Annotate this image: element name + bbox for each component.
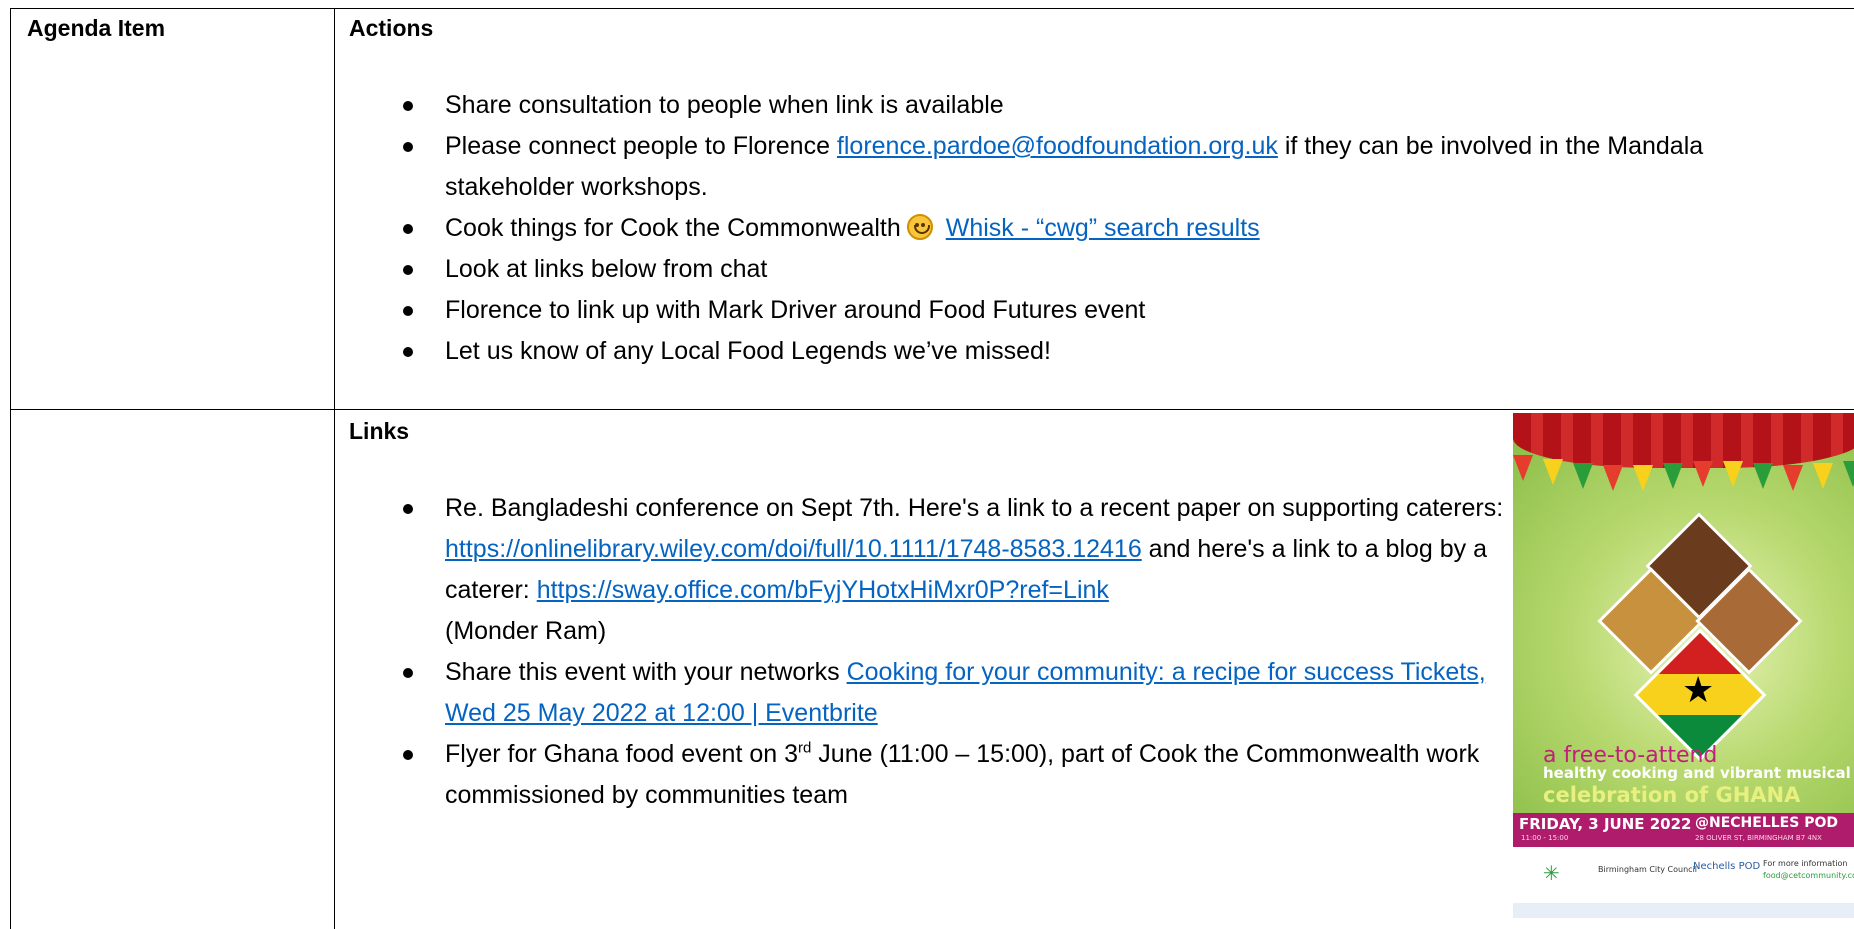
bunting-graphic — [1513, 455, 1854, 491]
list-item: Re. Bangladeshi conference on Sept 7th. … — [403, 488, 1505, 652]
florence-email-link[interactable]: florence.pardoe@foodfoundation.org.uk — [837, 132, 1278, 160]
black-star-icon: ★ — [1682, 669, 1715, 710]
list-item: Flyer for Ghana food event on 3rd June (… — [403, 734, 1505, 816]
superscript: rd — [798, 739, 812, 757]
action-text: Cook things for Cook the Commonwealth — [445, 214, 901, 242]
list-item: Let us know of any Local Food Legends we… — [403, 331, 1825, 372]
sway-blog-link[interactable]: https://sway.office.com/bFyjYHotxHiMxr0P… — [537, 576, 1109, 604]
smiley-emoji-icon — [906, 214, 933, 240]
link-text: Re. Bangladeshi conference on Sept 7th. … — [445, 494, 1504, 522]
actions-header: Actions — [349, 15, 434, 41]
ghana-event-flyer-image: ★ a free-to-attend healthy cooking and v… — [1513, 413, 1854, 918]
list-item: Please connect people to Florence floren… — [403, 126, 1825, 208]
agenda-item-header: Agenda Item — [27, 15, 166, 41]
cet-logo-icon: ✳ — [1543, 861, 1560, 885]
action-text: Look at links below from chat — [445, 255, 768, 283]
links-list: Re. Bangladeshi conference on Sept 7th. … — [403, 488, 1505, 816]
flyer-date: FRIDAY, 3 JUNE 2022 — [1519, 815, 1692, 833]
nechells-pod-logo: Nechells POD — [1693, 861, 1761, 872]
flyer-line2: healthy cooking and vibrant musical — [1543, 764, 1851, 782]
info-email: food@cetcommunity.co.uk — [1763, 871, 1854, 880]
action-text: Please connect people to Florence — [445, 132, 837, 160]
link-text: Flyer for Ghana food event on 3 — [445, 740, 798, 768]
flyer-address: 28 OLIVER ST, BIRMINGHAM B7 4NX — [1695, 834, 1822, 842]
whisk-search-link[interactable]: Whisk - “cwg” search results — [946, 214, 1260, 242]
list-item: Florence to link up with Mark Driver aro… — [403, 290, 1825, 331]
column-divider — [334, 9, 335, 929]
info-label: For more information — [1763, 859, 1848, 868]
flyer-time: 11:00 - 15:00 — [1521, 834, 1569, 842]
list-item: Share this event with your networks Cook… — [403, 652, 1505, 734]
list-item: Share consultation to people when link i… — [403, 85, 1825, 126]
action-text: Florence to link up with Mark Driver aro… — [445, 296, 1146, 324]
birmingham-logo: Birmingham City Council — [1598, 865, 1698, 874]
link-text: (Monder Ram) — [445, 617, 607, 645]
actions-list: Share consultation to people when link i… — [403, 85, 1825, 372]
action-text: Share consultation to people when link i… — [445, 91, 1004, 119]
flyer-line3: celebration of GHANA — [1543, 783, 1801, 807]
wiley-paper-link[interactable]: https://onlinelibrary.wiley.com/doi/full… — [445, 535, 1142, 563]
action-text: Let us know of any Local Food Legends we… — [445, 337, 1051, 365]
link-text: Share this event with your networks — [445, 658, 847, 686]
flyer-venue: @NECHELLES POD — [1695, 815, 1838, 831]
list-item: Cook things for Cook the Commonwealth Wh… — [403, 208, 1825, 249]
list-item: Look at links below from chat — [403, 249, 1825, 290]
row-divider — [11, 409, 1854, 410]
links-header: Links — [349, 418, 410, 444]
